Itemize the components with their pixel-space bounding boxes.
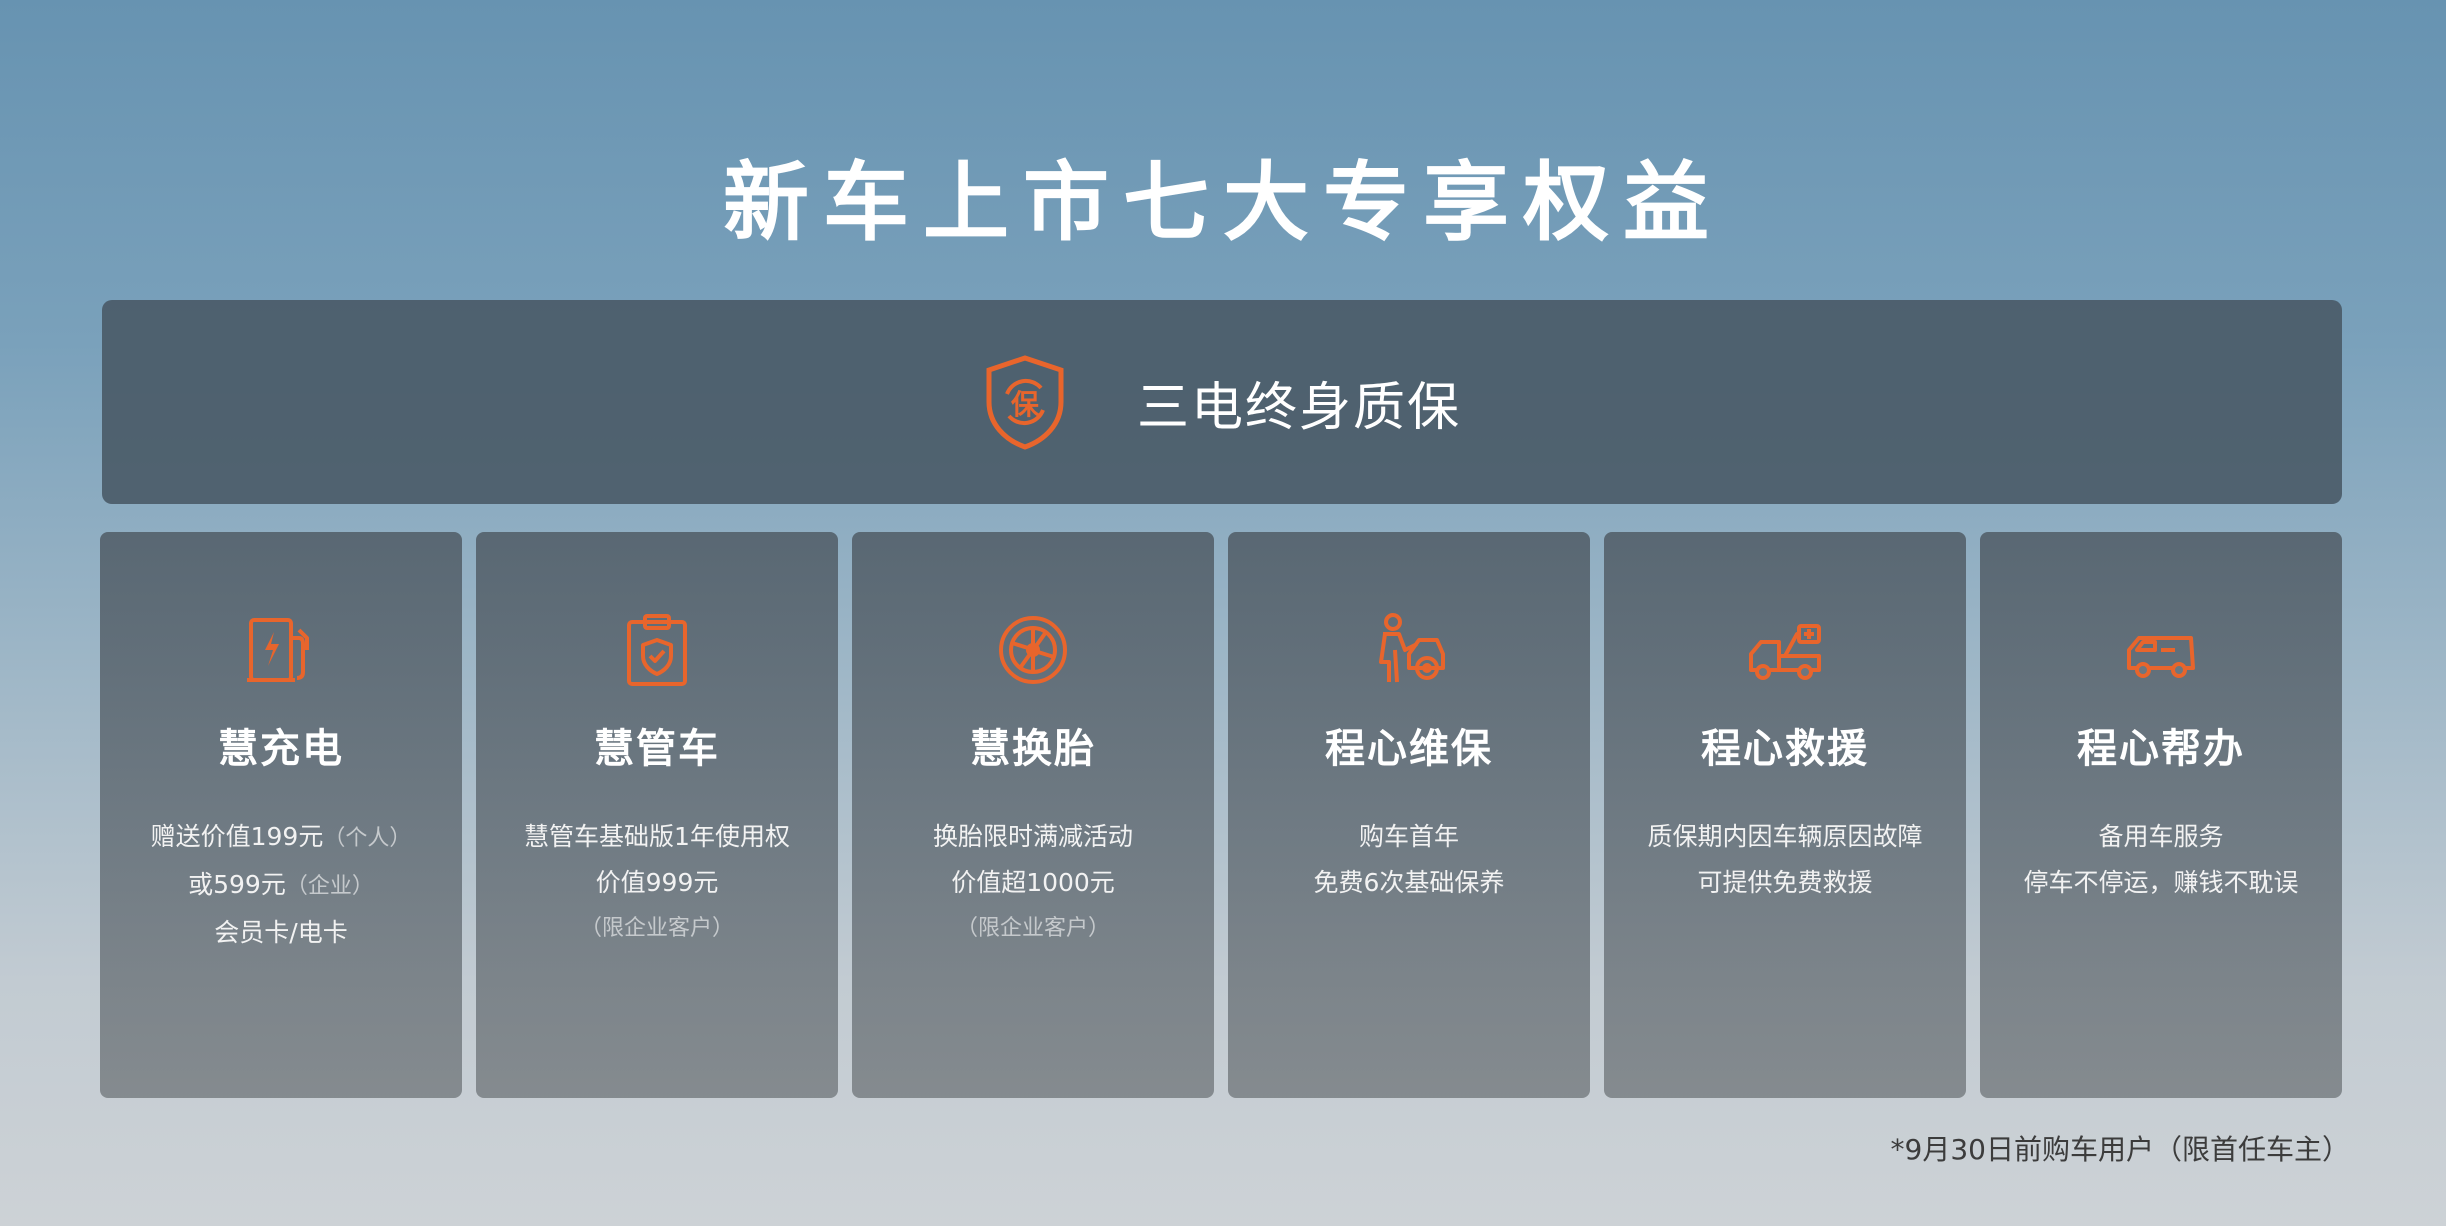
card-note: （限企业客户） bbox=[579, 916, 734, 941]
card-line: 或599元 bbox=[188, 870, 286, 899]
card-line: 可提供免费救援 bbox=[1697, 868, 1873, 897]
footnote: *9月30日前购车用户（限首任车主） bbox=[1890, 1133, 2350, 1166]
benefit-cards: 慧充电 赠送价值199元（个人） 或599元（企业） 会员卡/电卡 慧管车 慧管… bbox=[100, 532, 2342, 1098]
card-title: 程心帮办 bbox=[2077, 726, 2245, 772]
benefit-card-assist: 程心帮办 备用车服务 停车不停运，赚钱不耽误 bbox=[1980, 532, 2342, 1098]
benefit-card-rescue: 程心救援 质保期内因车辆原因故障 可提供免费救援 bbox=[1604, 532, 1966, 1098]
card-line: 备用车服务 bbox=[2098, 822, 2224, 851]
mechanic-icon bbox=[1379, 613, 1445, 683]
card-line: 价值999元 bbox=[595, 868, 719, 897]
charging-station-icon bbox=[247, 618, 309, 682]
card-line: 慧管车基础版1年使用权 bbox=[524, 822, 790, 851]
benefit-card-maintenance: 程心维保 购车首年 免费6次基础保养 bbox=[1228, 532, 1590, 1098]
card-title: 慧充电 bbox=[218, 726, 344, 772]
card-line: 换胎限时满减活动 bbox=[932, 822, 1133, 851]
rescue-truck-icon bbox=[1749, 624, 1821, 680]
card-line: 会员卡/电卡 bbox=[214, 918, 348, 947]
card-line: 价值超1000元 bbox=[951, 868, 1115, 897]
shield-bao-icon-text: 保 bbox=[1011, 388, 1040, 421]
card-title: 慧管车 bbox=[594, 726, 720, 772]
card-note: （限企业客户） bbox=[955, 916, 1110, 941]
tire-icon bbox=[999, 616, 1067, 684]
shield-bao-icon: 保 bbox=[986, 355, 1064, 450]
benefit-card-charging: 慧充电 赠送价值199元（个人） 或599元（企业） 会员卡/电卡 bbox=[100, 532, 462, 1098]
card-title: 慧换胎 bbox=[970, 726, 1096, 772]
card-note: （企业） bbox=[285, 874, 374, 899]
card-title: 程心维保 bbox=[1325, 726, 1493, 772]
card-line: 购车首年 bbox=[1358, 822, 1459, 851]
card-line: 免费6次基础保养 bbox=[1313, 868, 1505, 897]
card-note: （个人） bbox=[323, 826, 412, 851]
benefit-card-fleet: 慧管车 慧管车基础版1年使用权 价值999元 （限企业客户） bbox=[476, 532, 838, 1098]
banner-label: 三电终身质保 bbox=[1136, 377, 1461, 438]
benefit-card-tire: 慧换胎 换胎限时满减活动 价值超1000元 （限企业客户） bbox=[852, 532, 1214, 1098]
card-line: 赠送价值199元 bbox=[150, 822, 324, 851]
van-icon bbox=[2127, 636, 2195, 678]
warranty-banner: 保 三电终身质保 bbox=[102, 300, 2342, 504]
page-title: 新车上市七大专享权益 bbox=[723, 153, 1723, 253]
card-line: 质保期内因车辆原因故障 bbox=[1647, 822, 1923, 851]
card-title: 程心救援 bbox=[1701, 726, 1869, 772]
clipboard-shield-icon bbox=[627, 614, 687, 686]
card-line: 停车不停运，赚钱不耽误 bbox=[2023, 868, 2299, 897]
